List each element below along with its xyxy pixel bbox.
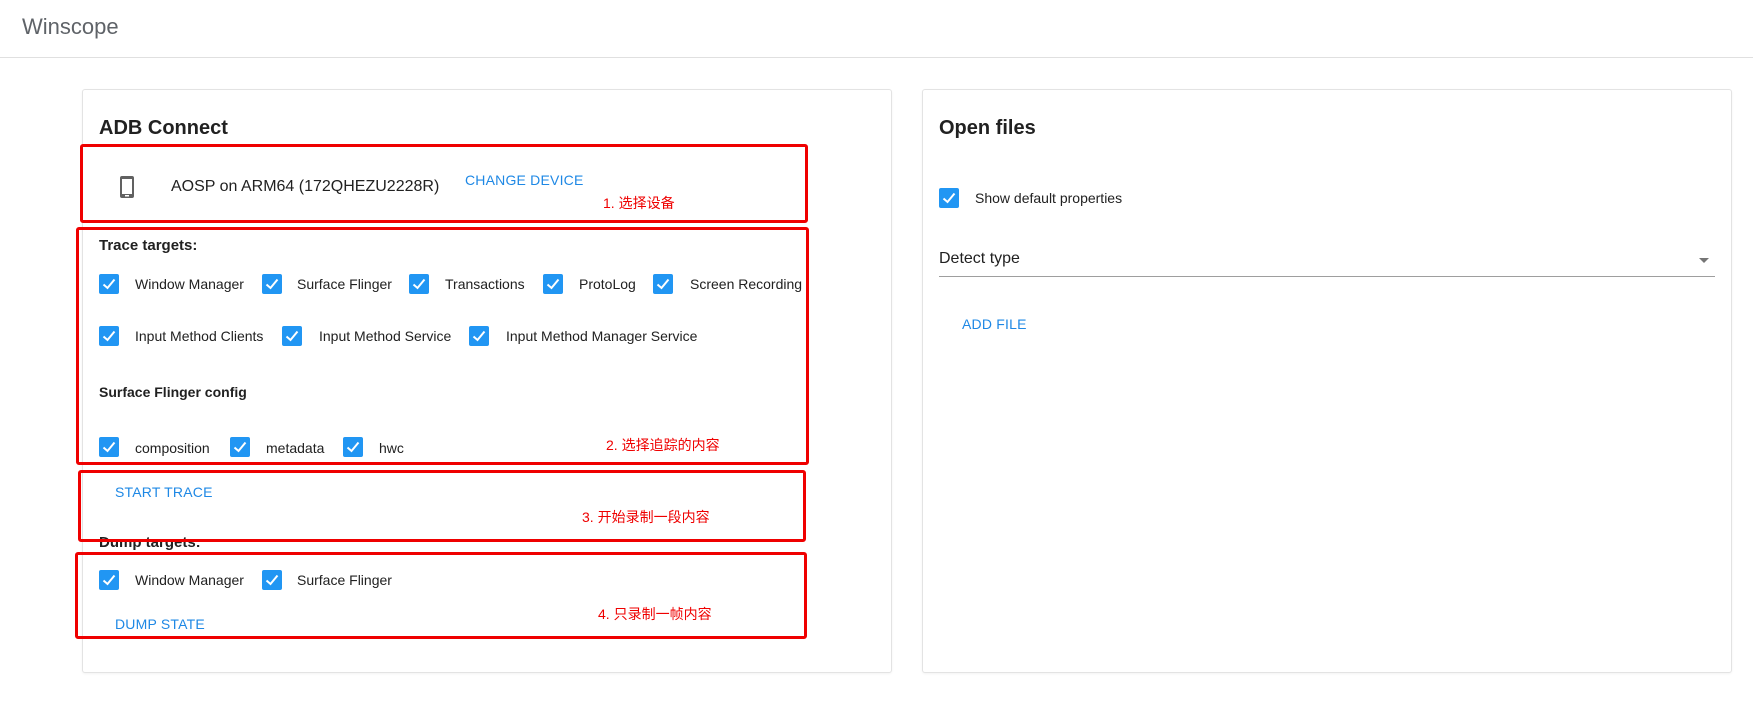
adb-connect-title: ADB Connect — [99, 117, 228, 139]
trace-input-method-service-checkbox[interactable] — [282, 326, 302, 346]
checkmark-icon — [285, 330, 299, 342]
dump-window-manager-checkbox[interactable] — [99, 570, 119, 590]
checkmark-icon — [102, 574, 116, 586]
checkmark-icon — [546, 278, 560, 290]
checkmark-icon — [102, 278, 116, 290]
trace-window-manager-label: Window Manager — [135, 276, 244, 292]
trace-window-manager-checkbox[interactable] — [99, 274, 119, 294]
trace-screen-recording-label: Screen Recording — [690, 276, 803, 292]
app-bar: Winscope — [0, 0, 1753, 58]
trace-input-method-service-label: Input Method Service — [319, 328, 452, 344]
open-files-title: Open files — [939, 117, 1036, 139]
add-file-button[interactable]: ADD FILE — [962, 316, 1027, 332]
annotation-note-2: 2. 选择追踪的内容 — [606, 437, 720, 453]
detect-type-select[interactable]: Detect type — [939, 236, 1715, 277]
trace-transactions-checkbox[interactable] — [409, 274, 429, 294]
annotation-note-3: 3. 开始录制一段内容 — [582, 509, 710, 525]
annotation-note-1: 1. 选择设备 — [603, 195, 675, 211]
trace-protolog-label: ProtoLog — [579, 276, 636, 292]
sf-composition-label: composition — [135, 440, 210, 456]
checkmark-icon — [346, 441, 360, 453]
smartphone-icon — [117, 175, 137, 204]
dump-targets-label: Dump targets: — [99, 534, 201, 551]
detect-type-value: Detect type — [939, 250, 1020, 267]
trace-surface-flinger-label: Surface Flinger — [297, 276, 392, 292]
dump-surface-flinger-checkbox[interactable] — [262, 570, 282, 590]
checkmark-icon — [656, 278, 670, 290]
checkmark-icon — [102, 441, 116, 453]
checkmark-icon — [942, 192, 956, 204]
sf-config-label: Surface Flinger config — [99, 384, 247, 400]
checkmark-icon — [265, 574, 279, 586]
checkmark-icon — [472, 330, 486, 342]
sf-hwc-checkbox[interactable] — [343, 437, 363, 457]
checkmark-icon — [412, 278, 426, 290]
device-name: AOSP on ARM64 (172QHEZU2228R) — [171, 178, 440, 195]
dump-surface-flinger-label: Surface Flinger — [297, 572, 392, 588]
sf-hwc-label: hwc — [379, 440, 404, 456]
show-default-properties-label: Show default properties — [975, 190, 1123, 206]
trace-screen-recording-checkbox[interactable] — [653, 274, 673, 294]
trace-input-method-clients-label: Input Method Clients — [135, 328, 264, 344]
change-device-button[interactable]: CHANGE DEVICE — [465, 172, 584, 188]
annotation-note-4: 4. 只录制一帧内容 — [598, 606, 712, 622]
sf-metadata-label: metadata — [266, 440, 325, 456]
dump-window-manager-label: Window Manager — [135, 572, 244, 588]
dump-state-button[interactable]: DUMP STATE — [115, 616, 205, 632]
trace-input-method-manager-service-label: Input Method Manager Service — [506, 328, 698, 344]
app-title: Winscope — [22, 14, 119, 39]
trace-input-method-clients-checkbox[interactable] — [99, 326, 119, 346]
open-files-card — [922, 89, 1732, 673]
checkmark-icon — [233, 441, 247, 453]
sf-composition-checkbox[interactable] — [99, 437, 119, 457]
checkmark-icon — [102, 330, 116, 342]
start-trace-button[interactable]: START TRACE — [115, 484, 213, 500]
trace-protolog-checkbox[interactable] — [543, 274, 563, 294]
caret-down-icon — [1699, 258, 1709, 263]
trace-surface-flinger-checkbox[interactable] — [262, 274, 282, 294]
trace-targets-label: Trace targets: — [99, 237, 198, 254]
sf-metadata-checkbox[interactable] — [230, 437, 250, 457]
checkmark-icon — [265, 278, 279, 290]
show-default-properties-checkbox[interactable] — [939, 188, 959, 208]
trace-transactions-label: Transactions — [445, 276, 525, 292]
trace-input-method-manager-service-checkbox[interactable] — [469, 326, 489, 346]
